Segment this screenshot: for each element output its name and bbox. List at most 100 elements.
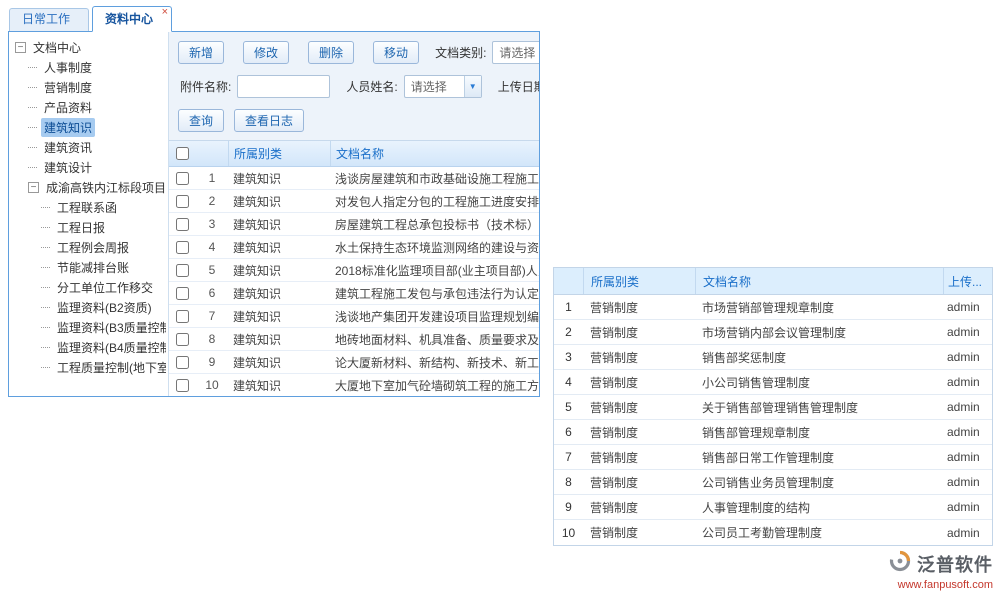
row-checkbox[interactable] [176,195,189,208]
table-row[interactable]: 3 建筑知识 房屋建筑工程总承包投标书（技术标）... [169,213,539,236]
tree-node-icon [41,307,50,308]
sidebar-item[interactable]: 工程例会周报 [11,237,166,257]
row-number: 6 [554,425,583,439]
table-row[interactable]: 5 营销制度 关于销售部管理销售管理制度 admin [554,395,992,420]
row-category: 建筑知识 [228,331,330,348]
move-button[interactable]: 移动 [373,41,419,64]
person-name-select[interactable]: 请选择 ▼ [404,75,482,98]
sidebar-item-label: 工程日报 [54,218,108,237]
row-checkbox[interactable] [176,264,189,277]
table-row[interactable]: 6 营销制度 销售部管理规章制度 admin [554,420,992,445]
sidebar-item[interactable]: − 文档中心 [11,37,166,57]
sidebar-item[interactable]: 产品资料 [11,97,166,117]
row-number: 4 [196,240,228,254]
sidebar-item-label: 监理资料(B2资质) [54,298,155,317]
column-header-doc-name[interactable]: 文档名称 [330,141,539,166]
sidebar-item[interactable]: 建筑知识 [11,117,166,137]
row-checkbox[interactable] [176,172,189,185]
table-row[interactable]: 5 建筑知识 2018标准化监理项目部(业主项目部)人员... [169,259,539,282]
column-header-category[interactable]: 所属别类 [583,268,695,294]
tab-close-icon[interactable]: × [162,7,168,18]
row-number: 3 [554,350,583,364]
table-row[interactable]: 2 营销制度 市场营销内部会议管理制度 admin [554,320,992,345]
delete-button[interactable]: 删除 [308,41,354,64]
sidebar-item[interactable]: 建筑资讯 [11,137,166,157]
row-checkbox[interactable] [176,333,189,346]
row-checkbox[interactable] [176,287,189,300]
tree-node-icon [41,367,50,368]
sidebar-item[interactable]: 监理资料(B4质量控制) [11,337,166,357]
table-row[interactable]: 7 营销制度 销售部日常工作管理制度 admin [554,445,992,470]
sidebar-item-label: 营销制度 [41,78,95,97]
table-row[interactable]: 1 营销制度 市场营销部管理规章制度 admin [554,295,992,320]
row-doc-name: 市场营销部管理规章制度 [695,299,943,316]
table-row[interactable]: 2 建筑知识 对发包人指定分包的工程施工进度安排... [169,190,539,213]
tree-node-icon [28,127,37,128]
tab-label: 日常工作 [22,12,70,26]
table-row[interactable]: 4 营销制度 小公司销售管理制度 admin [554,370,992,395]
person-name-label: 人员姓名: [346,78,397,95]
attachment-name-input[interactable] [237,75,330,98]
table-row[interactable]: 10 建筑知识 大厦地下室加气砼墙砌筑工程的施工方... [169,374,539,396]
edit-button[interactable]: 修改 [243,41,289,64]
table-row[interactable]: 7 建筑知识 浅谈地产集团开发建设项目监理规划编... [169,305,539,328]
table-row[interactable]: 9 建筑知识 论大厦新材料、新结构、新技术、新工... [169,351,539,374]
select-all-checkbox[interactable] [176,147,189,160]
tree-node-icon [41,247,50,248]
row-checkbox[interactable] [176,310,189,323]
row-uploader: admin [943,425,992,439]
fanpu-logo-icon [888,549,912,578]
row-category: 建筑知识 [228,239,330,256]
tree-node-icon [28,87,37,88]
row-checkbox[interactable] [176,379,189,392]
chevron-down-icon: ▼ [464,76,481,97]
query-button[interactable]: 查询 [178,109,224,132]
sidebar-item[interactable]: 节能减排台账 [11,257,166,277]
row-number: 1 [554,300,583,314]
sidebar-item[interactable]: 营销制度 [11,77,166,97]
table-row[interactable]: 8 营销制度 公司销售业务员管理制度 admin [554,470,992,495]
view-log-button[interactable]: 查看日志 [234,109,304,132]
row-checkbox[interactable] [176,218,189,231]
row-category: 营销制度 [583,324,695,341]
doc-category-select[interactable]: 请选择 ▼ [492,41,539,64]
row-checkbox[interactable] [176,241,189,254]
tab[interactable]: 日常工作 × [9,8,89,31]
tab[interactable]: 资料中心 × [92,6,172,32]
table-row[interactable]: 9 营销制度 人事管理制度的结构 admin [554,495,992,520]
sidebar-item[interactable]: 监理资料(B2资质) [11,297,166,317]
table-row[interactable]: 6 建筑知识 建筑工程施工发包与承包违法行为认定... [169,282,539,305]
table-row[interactable]: 3 营销制度 销售部奖惩制度 admin [554,345,992,370]
table-row[interactable]: 1 建筑知识 浅谈房屋建筑和市政基础设施工程施工... [169,167,539,190]
brand-url[interactable]: www.fanpusoft.com [888,579,993,591]
sidebar-item[interactable]: 工程质量控制(地下室) [11,357,166,377]
sidebar-item-label: 工程质量控制(地下室) [54,358,166,377]
column-header-uploader[interactable]: 上传... [943,268,992,294]
row-category: 建筑知识 [228,170,330,187]
tree-node-icon [28,67,37,68]
sidebar-item[interactable]: 人事制度 [11,57,166,77]
row-category: 建筑知识 [228,216,330,233]
sidebar-item[interactable]: 监理资料(B3质量控制) [11,317,166,337]
sidebar-item[interactable]: 建筑设计 [11,157,166,177]
table-row[interactable]: 10 营销制度 公司员工考勤管理制度 admin [554,520,992,545]
add-button[interactable]: 新增 [178,41,224,64]
row-number: 10 [196,378,228,392]
row-checkbox[interactable] [176,356,189,369]
column-header-doc-name[interactable]: 文档名称 [695,268,943,294]
sidebar-item[interactable]: 工程联系函 [11,197,166,217]
sidebar-item[interactable]: 分工单位工作移交 [11,277,166,297]
brand-watermark: 泛普软件 www.fanpusoft.com [888,549,993,591]
sidebar-tree: − 文档中心 人事制度 营销制度 产品资料 建筑知识 建筑资讯 [9,32,169,396]
sidebar-item-label: 工程例会周报 [54,238,132,257]
table-row[interactable]: 4 建筑知识 水土保持生态环境监测网络的建设与资... [169,236,539,259]
row-category: 营销制度 [583,349,695,366]
sidebar-item[interactable]: 工程日报 [11,217,166,237]
row-number: 7 [554,450,583,464]
marketing-table-header: 所属别类 文档名称 上传... [554,268,992,295]
table-row[interactable]: 8 建筑知识 地砖地面材料、机具准备、质量要求及... [169,328,539,351]
sidebar-item[interactable]: − 成渝高铁内江标段项目 [11,177,166,197]
window-body: − 文档中心 人事制度 营销制度 产品资料 建筑知识 建筑资讯 [8,31,540,397]
column-header-category[interactable]: 所属别类 [228,141,330,166]
row-category: 建筑知识 [228,377,330,394]
